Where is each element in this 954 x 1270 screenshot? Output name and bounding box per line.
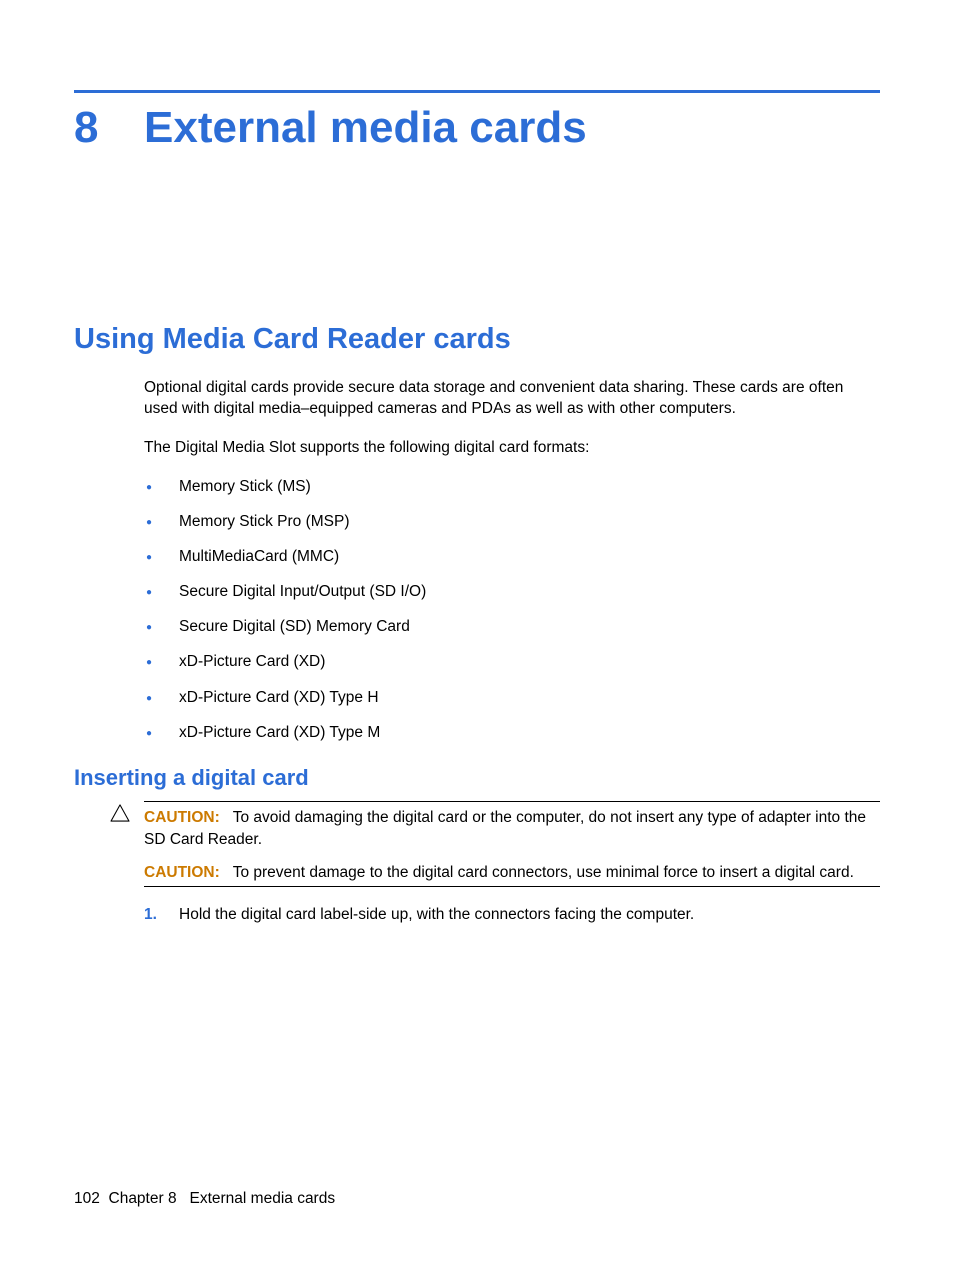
caution-text-2: To prevent damage to the digital card co… <box>233 864 854 881</box>
caution-label: CAUTION: <box>144 864 220 881</box>
step-list: 1. Hold the digital card label-side up, … <box>144 905 880 925</box>
page-number: 102 <box>74 1190 100 1207</box>
step-number: 1. <box>144 905 157 925</box>
page-footer: 102 Chapter 8 External media cards <box>74 1190 335 1208</box>
caution-block: CAUTION: To avoid damaging the digital c… <box>110 801 880 887</box>
step-item: 1. Hold the digital card label-side up, … <box>144 905 880 925</box>
chapter-top-rule <box>74 90 880 93</box>
caution-rule <box>144 801 880 802</box>
list-item: xD-Picture Card (XD) <box>144 652 880 672</box>
format-list: Memory Stick (MS) Memory Stick Pro (MSP)… <box>144 477 880 743</box>
subsection-heading: Inserting a digital card <box>74 765 880 791</box>
list-item: MultiMediaCard (MMC) <box>144 547 880 567</box>
footer-chapter-label: Chapter 8 <box>109 1190 177 1207</box>
chapter-header: 8 External media cards <box>74 103 880 153</box>
chapter-number: 8 <box>74 103 144 153</box>
caution-para-2: CAUTION: To prevent damage to the digita… <box>144 864 880 887</box>
caution-label: CAUTION: <box>144 809 220 826</box>
list-item: Secure Digital Input/Output (SD I/O) <box>144 582 880 602</box>
footer-chapter-name: External media cards <box>190 1190 336 1207</box>
section-heading: Using Media Card Reader cards <box>74 323 880 356</box>
list-item: xD-Picture Card (XD) Type H <box>144 688 880 708</box>
section-para-2: The Digital Media Slot supports the foll… <box>144 438 880 459</box>
caution-text-1: To avoid damaging the digital card or th… <box>144 809 866 848</box>
chapter-title: External media cards <box>144 103 587 153</box>
section-para-1: Optional digital cards provide secure da… <box>144 378 880 420</box>
list-item: Memory Stick Pro (MSP) <box>144 512 880 532</box>
list-item: Secure Digital (SD) Memory Card <box>144 617 880 637</box>
caution-para-1: CAUTION: To avoid damaging the digital c… <box>144 807 880 850</box>
caution-triangle-icon <box>110 804 130 822</box>
list-item: xD-Picture Card (XD) Type M <box>144 723 880 743</box>
list-item: Memory Stick (MS) <box>144 477 880 497</box>
step-text: Hold the digital card label-side up, wit… <box>179 906 694 923</box>
